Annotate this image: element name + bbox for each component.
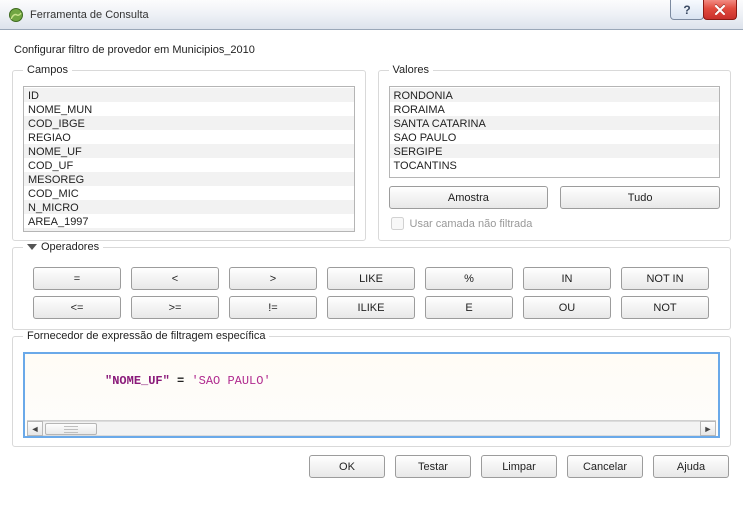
use-unfiltered-label: Usar camada não filtrada [410,218,533,230]
list-item[interactable]: NOME_MUN [24,102,354,116]
values-group: Valores RONDONIARORAIMASANTA CATARINASAO… [378,64,732,241]
dialog-button-row: OK Testar Limpar Cancelar Ajuda [12,455,731,478]
operators-group: Operadores = < > LIKE% IN NOT IN <= >= != ILIKE E… [12,241,731,330]
titlebar: Ferramenta de Consulta ? [0,0,743,30]
clear-button[interactable]: Limpar [481,455,557,478]
list-item[interactable]: RORAIMA [390,102,720,116]
window-buttons: ? [671,0,737,20]
operator-button[interactable]: <= [33,296,121,319]
all-button[interactable]: Tudo [560,186,720,209]
expression-hscrollbar[interactable]: ◄ ► [27,420,716,436]
expression-text[interactable]: "NOME_UF" = 'SAO PAULO' [27,358,716,420]
operator-button[interactable]: ILIKE [327,296,415,319]
fields-legend: Campos [23,64,72,76]
expression-group: Fornecedor de expressão de filtragem esp… [12,330,731,447]
expr-value-token: 'SAO PAULO' [191,374,270,388]
list-item[interactable]: NOME_UF [24,144,354,158]
close-window-button[interactable] [703,0,737,20]
expr-op-token: = [170,374,192,388]
list-item[interactable]: MESOREG [24,172,354,186]
scroll-track[interactable] [43,421,700,436]
values-legend: Valores [389,64,433,76]
window-title: Ferramenta de Consulta [30,9,149,21]
operator-button[interactable]: = [33,267,121,290]
values-listbox[interactable]: RONDONIARORAIMASANTA CATARINASAO PAULOSE… [389,86,721,178]
operator-button[interactable]: % [425,267,513,290]
operators-legend: Operadores [23,241,103,253]
list-item[interactable]: POPULACAO [24,228,354,232]
help-button[interactable]: Ajuda [653,455,729,478]
operator-button[interactable]: LIKE [327,267,415,290]
operator-button[interactable]: > [229,267,317,290]
operator-button[interactable]: OU [523,296,611,319]
app-icon [8,7,24,23]
help-window-button[interactable]: ? [670,0,704,20]
list-item[interactable]: COD_IBGE [24,116,354,130]
operator-button[interactable]: NOT [621,296,709,319]
expr-field-token: "NOME_UF" [105,374,170,388]
cancel-button[interactable]: Cancelar [567,455,643,478]
operators-legend-label: Operadores [41,241,99,253]
fields-listbox[interactable]: IDNOME_MUNCOD_IBGEREGIAONOME_UFCOD_UFMES… [23,86,355,232]
operator-button[interactable]: >= [131,296,219,319]
list-item[interactable]: AREA_1997 [24,214,354,228]
list-item[interactable]: ID [24,88,354,102]
list-item[interactable]: SERGIPE [390,144,720,158]
operator-button[interactable]: != [229,296,317,319]
scroll-left-icon[interactable]: ◄ [27,421,43,436]
list-item[interactable]: TOCANTINS [390,158,720,172]
operator-row: = < > LIKE% IN NOT IN [33,267,710,290]
dialog-prompt: Configurar filtro de provedor em Municip… [14,44,729,56]
close-icon [714,5,726,15]
ok-button[interactable]: OK [309,455,385,478]
list-item[interactable]: RONDONIA [390,88,720,102]
list-item[interactable]: N_MICRO [24,200,354,214]
operator-button[interactable]: NOT IN [621,267,709,290]
list-item[interactable]: COD_MIC [24,186,354,200]
expression-legend: Fornecedor de expressão de filtragem esp… [23,330,269,342]
operator-button[interactable]: E [425,296,513,319]
chevron-down-icon [27,244,37,250]
expression-editor[interactable]: "NOME_UF" = 'SAO PAULO' ◄ ► [23,352,720,438]
use-unfiltered-checkbox [391,217,404,230]
operator-button[interactable]: < [131,267,219,290]
test-button[interactable]: Testar [395,455,471,478]
scroll-right-icon[interactable]: ► [700,421,716,436]
scroll-thumb[interactable] [45,423,97,435]
operator-button[interactable]: IN [523,267,611,290]
list-item[interactable]: SANTA CATARINA [390,116,720,130]
list-item[interactable]: SAO PAULO [390,130,720,144]
list-item[interactable]: COD_UF [24,158,354,172]
fields-group: Campos IDNOME_MUNCOD_IBGEREGIAONOME_UFCO… [12,64,366,241]
list-item[interactable]: REGIAO [24,130,354,144]
sample-button[interactable]: Amostra [389,186,549,209]
operator-row: <= >= != ILIKE E OU NOT [33,296,710,319]
